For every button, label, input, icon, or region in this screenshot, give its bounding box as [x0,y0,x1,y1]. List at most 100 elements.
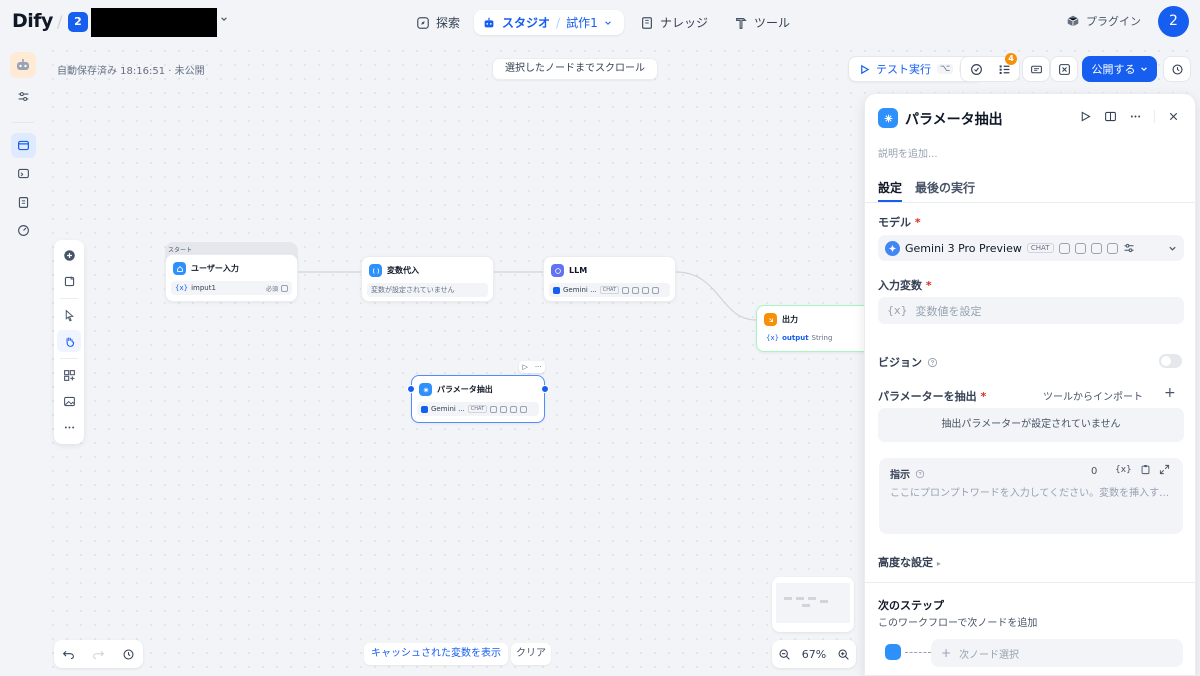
vision-toggle[interactable] [1159,354,1182,368]
redo-icon[interactable] [92,648,105,661]
terminal-icon [18,168,29,179]
select-next-node-label: 次ノード選択 [959,649,1020,661]
close-icon[interactable] [1167,110,1180,123]
node-title: 出力 [782,315,798,324]
nav-explore[interactable]: 探索 [408,10,468,35]
clear-button[interactable]: クリア [511,643,551,665]
help-circle-icon[interactable] [915,469,925,479]
zoom-out-icon[interactable] [778,648,791,661]
robot-icon [17,59,29,70]
capability-icon [510,405,518,413]
ellipsis-icon[interactable]: ··· [535,363,542,371]
nav-knowledge[interactable]: ナレッジ [632,10,716,35]
organize-nodes-button[interactable] [57,364,81,386]
history-icon[interactable] [122,648,135,661]
document-icon [18,197,29,208]
test-run-label: テスト実行 [876,63,931,76]
hand-mode-button[interactable] [57,330,81,352]
left-rail [0,44,46,676]
zoom-in-icon[interactable] [837,648,850,661]
undo-icon[interactable] [62,648,75,661]
import-from-tools-button[interactable]: ツールからインポート [1043,388,1143,403]
start-label: スタート [168,247,193,254]
plugin-button[interactable]: プラグイン [1066,13,1141,29]
insert-variable-button[interactable]: {x} [1115,465,1132,475]
extract-parameters-empty: 抽出パラメーターが設定されていません [878,408,1184,442]
workflow-orchestrate-button[interactable] [11,133,36,158]
add-note-button[interactable] [57,270,81,292]
required-tag: 必須 [265,285,278,293]
divider [60,298,78,299]
tab-last-run[interactable]: 最後の実行 [915,179,975,196]
dify-logo[interactable]: Dify [12,10,53,32]
settings-sliders-button[interactable] [11,84,36,109]
extractor-icon [419,383,432,396]
gauge-check-icon [970,63,982,75]
hammer-icon [736,17,747,29]
chevron-down-icon[interactable] [220,15,228,23]
play-icon[interactable]: ▷ [522,363,527,371]
more-button[interactable] [57,416,81,438]
nav-studio-app[interactable]: 試作1 [566,14,598,31]
undo-redo-control [54,640,143,668]
output-node[interactable]: 出力 {x} output String [756,305,876,352]
conversation-variable-button[interactable] [1050,56,1078,82]
scroll-to-node-button[interactable]: 選択したノードまでスクロール [492,58,658,80]
model-selector[interactable]: Gemini 3 Pro Preview CHAT [878,235,1184,261]
parameter-extractor-node[interactable]: パラメータ抽出 Gemini ... CHAT [411,375,545,423]
instruction-tools: {x} [1115,464,1170,475]
export-image-button[interactable] [57,390,81,412]
vision-capability-icon [1058,242,1070,254]
add-parameter-button[interactable]: + [1164,385,1176,401]
node-output-handle[interactable] [541,385,549,393]
workspace-name-redacted[interactable] [91,8,217,37]
book-open-icon[interactable] [1104,110,1117,123]
sliders-icon [18,92,29,101]
canvas-toolbar [54,240,84,444]
add-node-button[interactable] [57,244,81,266]
image-icon [63,396,75,406]
clipboard-icon[interactable] [1140,464,1151,475]
chevron-down-icon[interactable] [1168,244,1177,253]
user-input-node[interactable]: ユーザー入力 {x} imput1 必須 [165,254,298,302]
monitoring-button[interactable] [11,218,36,243]
show-cached-variables-button[interactable]: キャッシュされた変数を表示 [364,643,508,665]
env-variables-button[interactable] [962,56,990,82]
tab-settings[interactable]: 設定 [878,179,902,196]
play-icon[interactable] [1079,110,1092,123]
top-bar: Dify / 2 探索 スタジオ / 試作1 ナレッジ ツール プラグイン 2 [0,0,1200,44]
pointer-mode-button[interactable] [57,304,81,326]
workspace-badge[interactable]: 2 [68,12,88,32]
nav-tools[interactable]: ツール [726,10,798,35]
capability-icon [500,405,508,413]
shortcut-key: ⌥ [937,64,954,74]
chevron-down-icon[interactable] [604,19,612,27]
minimap[interactable] [772,577,854,632]
expand-icon[interactable] [1159,464,1170,475]
variable-assign-node[interactable]: 変数代入 変数が設定されていません [361,256,494,302]
instruction-editor[interactable]: 指示 0 {x} ここにプロンプトワードを入力してください。変数を挿入するには「… [879,458,1183,534]
help-circle-icon[interactable] [927,357,938,368]
ellipsis-icon[interactable] [1129,110,1142,123]
sliders-icon[interactable] [1123,242,1135,254]
panel-title[interactable]: パラメータ抽出 [905,109,1003,129]
instruction-char-count: 0 [1091,466,1098,477]
input-variable-selector[interactable]: {x} 変数値を設定 [878,297,1184,324]
select-next-node-button[interactable]: + 次ノード選択 [931,639,1183,667]
description-input[interactable]: 説明を追加... [878,145,938,160]
avatar[interactable]: 2 [1158,6,1189,37]
advanced-settings-toggle[interactable]: 高度な設定 ▸ [878,554,941,570]
capability-icon [642,286,650,294]
vision-label: ビジョン [878,354,938,370]
app-icon[interactable] [10,52,36,78]
version-history-button[interactable] [1163,56,1191,82]
api-access-button[interactable] [11,161,36,186]
node-input-handle[interactable] [407,385,415,393]
nav-studio[interactable]: スタジオ / 試作1 [474,10,624,35]
logs-button[interactable] [11,190,36,215]
llm-node[interactable]: LLM Gemini ... CHAT [543,256,676,302]
env-button[interactable] [1022,56,1050,82]
zoom-level[interactable]: 67% [802,648,826,661]
publish-button[interactable]: 公開する [1082,56,1157,82]
minimap-nodes [784,597,828,607]
